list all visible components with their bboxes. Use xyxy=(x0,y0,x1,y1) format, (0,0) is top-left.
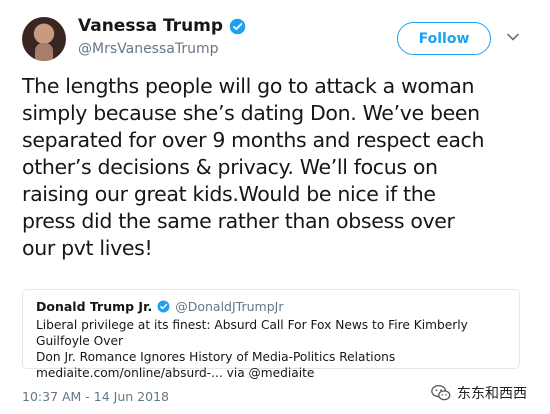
tweet-text: The lengths people will go to attack a w… xyxy=(22,74,485,260)
author-name-row[interactable]: Vanessa Trump xyxy=(78,16,246,36)
avatar[interactable] xyxy=(22,17,66,61)
quoted-author-handle: @DonaldJTrumpJr xyxy=(175,299,284,314)
watermark-text: 东东和西西 xyxy=(457,386,527,402)
verified-badge-icon xyxy=(229,18,246,34)
tweet-timestamp[interactable]: 10:37 AM - 14 Jun 2018 xyxy=(22,389,169,404)
chevron-down-icon[interactable] xyxy=(506,30,520,44)
quoted-tweet-text: Liberal privilege at its finest: Absurd … xyxy=(36,318,468,380)
author-handle[interactable]: @MrsVanessaTrump xyxy=(78,41,219,57)
verified-badge-icon xyxy=(157,300,170,313)
quoted-tweet-card[interactable]: Donald Trump Jr. @DonaldJTrumpJr Liberal… xyxy=(22,289,520,380)
quoted-tweet-header: Donald Trump Jr. @DonaldJTrumpJr xyxy=(36,299,506,314)
author-name[interactable]: Vanessa Trump xyxy=(78,16,223,36)
watermark: 东东和西西 xyxy=(430,382,527,404)
quoted-author-name: Donald Trump Jr. xyxy=(36,299,153,314)
follow-button[interactable]: Follow xyxy=(397,22,491,55)
wechat-icon xyxy=(431,385,451,401)
